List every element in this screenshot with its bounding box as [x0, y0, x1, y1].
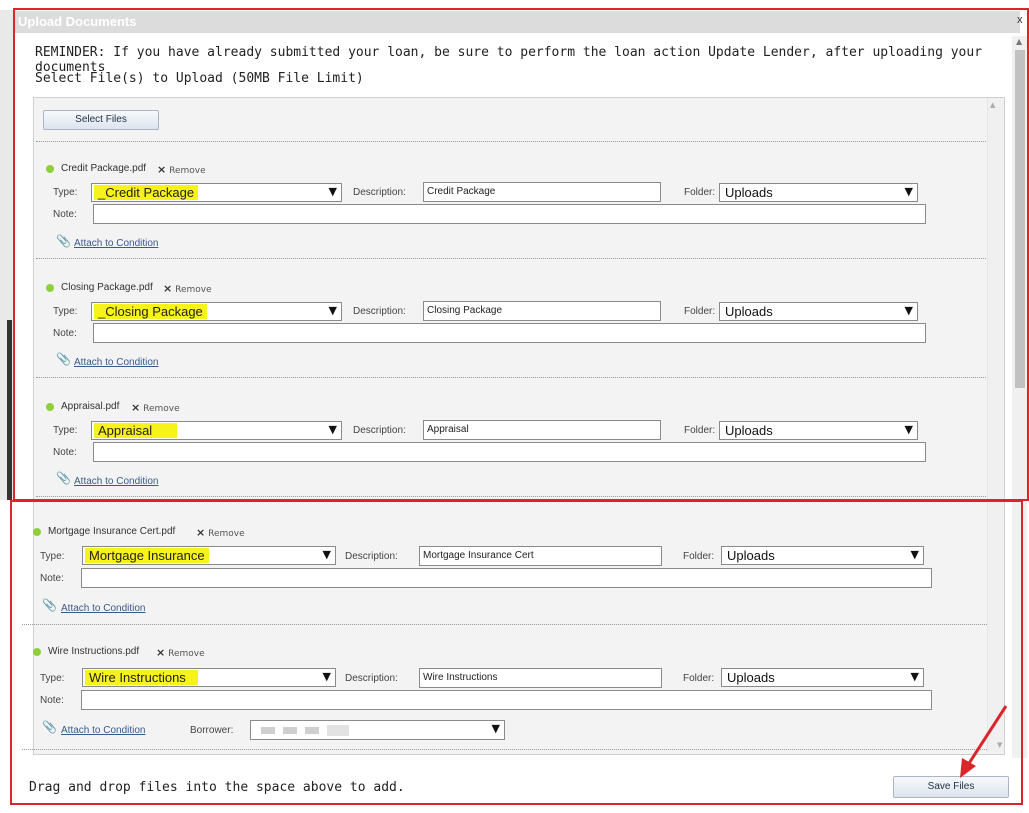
annotation-box-bottom — [10, 500, 1023, 805]
annotation-arrow — [960, 705, 1008, 778]
backdrop-edge-dark — [7, 320, 12, 500]
annotation-box-top — [13, 8, 1029, 501]
